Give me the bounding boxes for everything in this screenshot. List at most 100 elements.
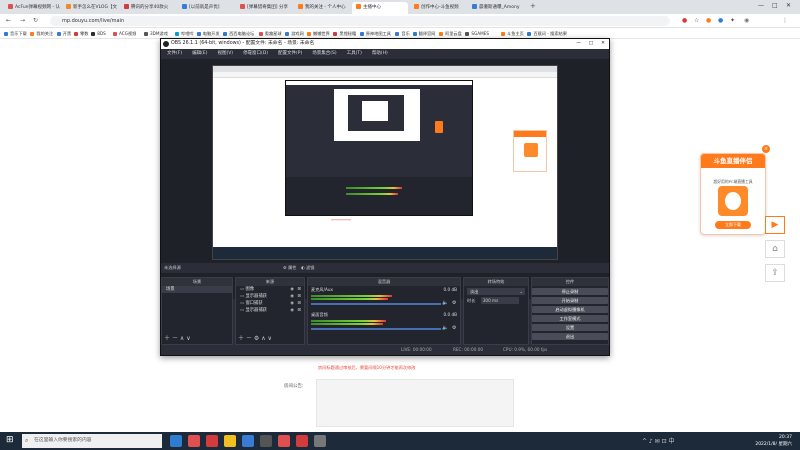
bookmark-item[interactable]: 零数 [74, 30, 88, 37]
taskbar-app-icon[interactable] [188, 435, 200, 447]
menu-icon[interactable]: ⋮ [782, 17, 788, 24]
obs-menu-item[interactable]: 停靠窗口(D) [243, 51, 268, 56]
obs-menu-item[interactable]: 配置文件(P) [278, 51, 302, 56]
down-icon[interactable]: ∨ [186, 335, 190, 342]
control-button[interactable]: 停止录制 [532, 288, 608, 295]
control-button[interactable]: 退出 [532, 333, 608, 340]
close-icon[interactable]: ✕ [786, 2, 791, 9]
minimize-icon[interactable]: — [576, 39, 581, 49]
close-icon[interactable]: × [762, 145, 770, 153]
bookmark-item[interactable]: 8DS [91, 30, 106, 37]
control-button[interactable]: 设置 [532, 324, 608, 331]
browser-tab[interactable]: 腾讯的分享40款火 [120, 2, 176, 14]
down-icon[interactable]: ∨ [268, 335, 272, 342]
eye-icon[interactable]: ◉ [290, 300, 294, 307]
browser-tab[interactable]: 主播中心 [352, 2, 408, 14]
bookmark-item[interactable]: SGAMES [465, 30, 489, 37]
taskbar-app-icon[interactable] [314, 435, 326, 447]
taskbar-app-icon[interactable] [278, 435, 290, 447]
browser-tab[interactable]: 晨徹斯通曝_Amony [468, 2, 524, 14]
bookmark-item[interactable]: 西西电脑论坛 [223, 30, 254, 37]
share-icon[interactable]: ⇪ [765, 264, 785, 282]
obs-menu-item[interactable]: 视图(V) [217, 51, 233, 56]
puzzle-icon[interactable]: ✦ [730, 17, 735, 24]
lock-icon[interactable]: ⊠ [297, 307, 301, 314]
bookmark-item[interactable]: 游戏网 [285, 30, 304, 37]
close-icon[interactable]: ✕ [601, 39, 605, 49]
source-item[interactable]: ▭ 显示器捕获 ◉ ⊠ [236, 293, 304, 300]
lock-icon[interactable]: ⊠ [297, 293, 301, 300]
browser-tab[interactable]: [以前就是声优] [178, 2, 234, 14]
maximize-icon[interactable]: □ [588, 39, 593, 49]
bookmark-item[interactable]: 百赋词 - 搜索结果 [527, 30, 567, 37]
up-icon[interactable]: ∧ [261, 335, 265, 342]
bookmark-item[interactable]: 奥趣星球 [258, 30, 282, 37]
bookmark-item[interactable]: 翻译官网 [412, 30, 435, 37]
back-icon[interactable]: ← [6, 17, 11, 24]
gear-icon[interactable]: ⚙ [254, 335, 259, 342]
taskbar-clock[interactable]: 20:37 2022/1/8/ 星期六 [755, 434, 792, 448]
extension-icon[interactable]: ● [682, 17, 687, 24]
browser-tab[interactable]: 新手怎么在VLOG【文 [62, 2, 118, 14]
star-icon[interactable]: ☆ [694, 17, 699, 24]
bookmark-item[interactable]: ACG视频 [113, 30, 136, 37]
extension-icon[interactable]: ● [718, 17, 723, 24]
maximize-icon[interactable]: □ [772, 2, 778, 9]
new-tab-icon[interactable]: + [530, 2, 536, 10]
obs-menu-item[interactable]: 编辑(E) [192, 51, 207, 56]
taskbar-app-icon[interactable] [242, 435, 254, 447]
source-item[interactable]: ▭ 图像 ◉ ⊠ [236, 286, 304, 293]
taskbar-app-icon[interactable] [260, 435, 272, 447]
bookmark-item[interactable]: 3DM游戏 [144, 30, 168, 37]
announcement-textarea[interactable] [316, 379, 514, 427]
eye-icon[interactable]: ◉ [290, 307, 294, 314]
extension-icon[interactable]: ● [706, 17, 711, 24]
minimize-icon[interactable]: — [758, 2, 764, 9]
eye-icon[interactable]: ◉ [290, 293, 294, 300]
duration-input[interactable]: 300 ms [480, 297, 519, 304]
bookmark-item[interactable]: 开黑 [56, 30, 71, 37]
gear-icon[interactable]: ⚙ [452, 325, 456, 331]
speaker-icon[interactable]: 🔈 [442, 300, 448, 306]
remove-icon[interactable]: － [246, 335, 252, 342]
gear-icon[interactable]: ⚙ [452, 300, 456, 306]
bookmark-item[interactable]: 哔哩哔 [175, 30, 194, 37]
bookmark-item[interactable]: 阿里云盘 [439, 30, 462, 37]
tray-icons[interactable]: ^ ♪ ✉ ⊡ 中 [642, 436, 675, 445]
bookmark-item[interactable]: 懒懒世界 [307, 30, 330, 37]
scene-item[interactable]: 场景 [162, 286, 232, 293]
obs-menu-item[interactable]: 帮助(H) [372, 51, 388, 56]
obs-menu-item[interactable]: 工具(T) [347, 51, 362, 56]
up-icon[interactable]: ∧ [180, 335, 184, 342]
taskbar-app-icon[interactable] [224, 435, 236, 447]
volume-slider[interactable] [311, 328, 441, 330]
bookmark-item[interactable]: 电脑开发 [196, 30, 220, 37]
avatar[interactable]: ◉ [744, 17, 749, 24]
bookmark-item[interactable]: 黑锂秘籍 [333, 30, 356, 37]
bookmark-item[interactable]: 原神地图工具 [359, 30, 391, 37]
browser-tab[interactable]: [弹幕猎奇集团] 分享 [236, 2, 292, 14]
windows-start-icon[interactable]: ⊞ [6, 435, 14, 445]
home-icon[interactable]: ⌂ [765, 240, 785, 258]
add-icon[interactable]: ＋ [164, 335, 170, 342]
bookmark-item[interactable]: 音乐下载 [4, 30, 27, 37]
url-input[interactable]: mp.douyu.com/live/main [50, 16, 670, 26]
bookmark-item[interactable]: 我的关注 [30, 30, 53, 37]
filters-button[interactable]: ◐ 滤镜 [301, 263, 314, 273]
source-item[interactable]: ▭ 窗口捕获 ◉ ⊠ [236, 300, 304, 307]
bookmark-item[interactable]: 音乐 [395, 30, 410, 37]
taskbar-app-icon[interactable] [296, 435, 308, 447]
source-item[interactable]: ▭ 显示器捕获 ◉ ⊠ [236, 307, 304, 314]
speaker-icon[interactable]: 🔈 [442, 325, 448, 331]
play-icon[interactable]: ▶ [765, 216, 785, 234]
volume-slider[interactable] [311, 303, 441, 305]
forward-icon[interactable]: → [20, 17, 25, 24]
transition-select[interactable]: 淡出 ⌄ [467, 288, 525, 295]
lock-icon[interactable]: ⊠ [297, 286, 301, 293]
properties-button[interactable]: ⚙ 属性 [283, 263, 296, 273]
obs-menu-item[interactable]: 场景集合(S) [312, 51, 336, 56]
control-button[interactable]: 启动虚拟摄像机 [532, 306, 608, 313]
reload-icon[interactable]: ↻ [33, 17, 38, 24]
control-button[interactable]: 开始录制 [532, 297, 608, 304]
eye-icon[interactable]: ◉ [290, 286, 294, 293]
